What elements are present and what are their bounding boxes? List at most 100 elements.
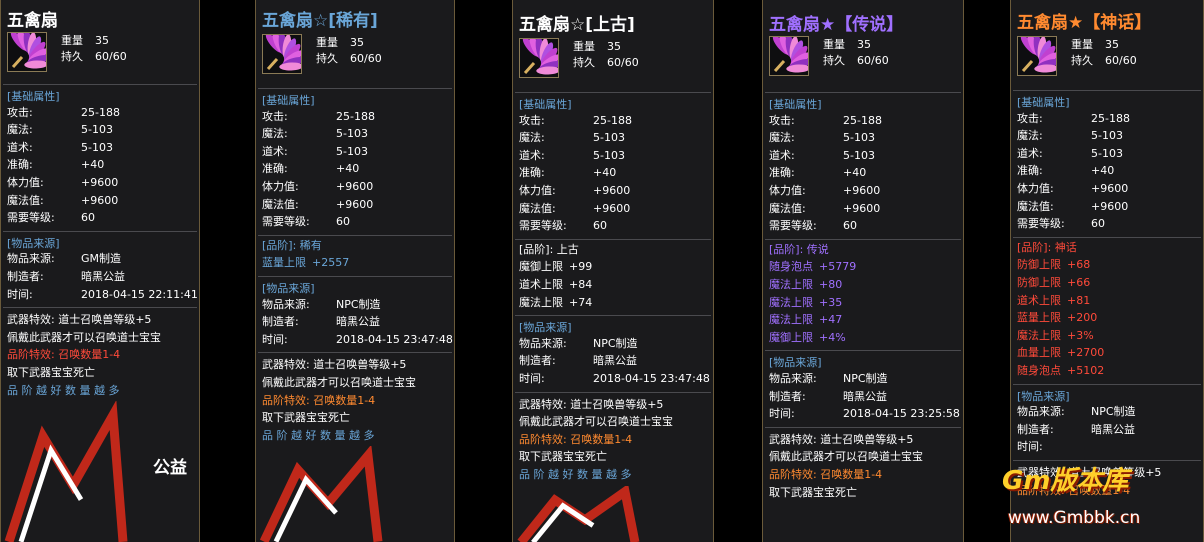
stat-label: 攻击: — [7, 105, 33, 119]
base-attributes-header: [基础属性] — [519, 98, 572, 111]
grade-label: 魔法上限 — [769, 313, 813, 327]
durability-label: 持久 — [823, 54, 845, 67]
item-source-header: [物品来源] — [769, 356, 822, 370]
separator — [258, 234, 452, 236]
grade-label: 魔法上限 — [769, 278, 813, 291]
grade-value: +5102 — [1067, 364, 1105, 377]
stat-label: 魔法值: — [1017, 199, 1054, 213]
stat-label: 需要等级: — [1017, 217, 1065, 231]
stat-value: +9600 — [1091, 199, 1129, 213]
stat-value: 60 — [843, 219, 857, 233]
stat-value: 5-103 — [593, 148, 625, 162]
item-title: 五禽扇☆[上古] — [519, 15, 635, 35]
source-label: 时间: — [262, 332, 288, 346]
stat-label: 魔法: — [769, 131, 795, 145]
separator — [3, 84, 197, 85]
weight-value: 35 — [1105, 38, 1119, 51]
grade-value: +99 — [569, 260, 593, 274]
grade-label: [品阶]: 神话 — [1017, 240, 1077, 254]
weight-value: 35 — [857, 38, 871, 51]
stat-value: 5-103 — [1091, 146, 1123, 160]
stat-value: 5-103 — [336, 127, 368, 141]
stat-value: +40 — [1091, 164, 1115, 178]
effect-line: 品 阶 越 好 数 量 越 多 — [519, 468, 632, 481]
stat-label: 准确: — [1017, 164, 1043, 178]
grade-value: +84 — [569, 278, 593, 291]
grade-row: 魔法上限 +47 — [769, 313, 842, 327]
base-attributes-header: [基础属性] — [7, 90, 60, 103]
effect-line: 佩戴此武器才可以召唤道士宝宝 — [519, 415, 673, 429]
stat-value: 60 — [336, 215, 350, 229]
separator — [765, 426, 961, 428]
stat-value: +9600 — [336, 180, 374, 193]
item-title: 五禽扇 — [7, 11, 58, 31]
grade-header: [品阶]: 神话 — [1017, 241, 1077, 255]
durability-value: 60/60 — [350, 52, 382, 65]
stat-value: 5-103 — [843, 148, 875, 162]
effect-line: 取下武器宝宝死亡 — [7, 366, 95, 379]
stat-label: 道术: — [7, 140, 33, 154]
source-value: 2018-04-15 23:25:58 — [843, 407, 960, 421]
grade-value: +4% — [819, 330, 846, 344]
stat-label: 道术: — [262, 144, 288, 158]
stat-value: +9600 — [843, 201, 881, 215]
effect-line: 佩戴此武器才可以召唤道士宝宝 — [262, 376, 416, 389]
item-title: 五禽扇★【神话】 — [1017, 13, 1152, 33]
grade-value: +74 — [569, 295, 593, 309]
effect-line: 品 阶 越 好 数 量 越 多 — [262, 428, 375, 442]
grade-value: +81 — [1067, 293, 1091, 307]
durability-value: 60/60 — [607, 56, 639, 69]
source-value: 暗黑公益 — [336, 315, 380, 329]
stat-value: 5-103 — [1091, 129, 1123, 143]
stat-label: 道术: — [1017, 146, 1043, 160]
stat-label: 体力值: — [262, 180, 299, 193]
weight-value: 35 — [95, 34, 109, 47]
stat-label: 魔法: — [7, 123, 33, 137]
grade-label: 防御上限 — [1017, 258, 1061, 272]
effect-line: 佩戴此武器才可以召唤道士宝宝 — [7, 330, 161, 344]
separator — [1013, 90, 1201, 91]
grade-label: [品阶]: 上古 — [519, 242, 579, 256]
grade-label: 蓝量上限 — [262, 256, 306, 270]
grade-value: +5779 — [819, 260, 857, 274]
grade-row: 随身泡点 +5102 — [1017, 364, 1104, 378]
grade-row: 魔法上限 +35 — [769, 296, 842, 310]
stat-value: +40 — [336, 162, 360, 176]
stat-label: 需要等级: — [7, 211, 55, 225]
grade-label: 道术上限 — [1017, 293, 1061, 307]
grade-label: 防御上限 — [1017, 276, 1061, 289]
source-value: 2018-04-15 23:47:48 — [593, 372, 710, 385]
grade-label: [品阶]: 传说 — [769, 242, 829, 256]
stat-value: +40 — [593, 166, 617, 180]
effect-line: 武器特效: 道士召唤兽等级+5 — [769, 432, 914, 446]
stat-value: +40 — [843, 166, 867, 180]
stat-value: 60 — [81, 211, 95, 225]
durability-label: 持久 — [316, 52, 338, 65]
separator — [765, 238, 961, 240]
effect-line: 品阶特效: 召唤数量1-4 — [519, 432, 633, 446]
source-label: 制造者: — [262, 315, 299, 329]
separator — [1013, 383, 1201, 385]
durability-value: 60/60 — [95, 50, 127, 63]
source-label: 时间: — [769, 407, 795, 421]
effect-line: 武器特效: 道士召唤兽等级+5 — [7, 313, 152, 327]
item-source-header: [物品来源] — [7, 236, 60, 250]
effect-line: 品阶特效: 召唤数量1-4 — [7, 348, 121, 362]
source-value: 暗黑公益 — [593, 354, 637, 368]
source-label: 物品来源: — [519, 336, 567, 350]
source-label: 物品来源: — [262, 297, 310, 311]
item-tooltip-3: 五禽扇☆[上古] 重量 35 持久 60/60 [基础属性] 攻击: 25-188 魔法: 5-1… — [512, 0, 714, 542]
stat-label: 准确: — [262, 162, 288, 176]
separator — [765, 92, 961, 93]
stat-label: 准确: — [519, 166, 545, 180]
stat-value: +9600 — [81, 176, 119, 189]
separator — [258, 276, 452, 277]
feather-fan-icon — [769, 36, 809, 76]
grade-label: 魔御上限 — [769, 330, 813, 344]
stat-label: 道术: — [769, 148, 795, 162]
stat-label: 攻击: — [769, 113, 795, 127]
stat-value: 60 — [593, 219, 607, 233]
source-label: 时间: — [1017, 440, 1043, 454]
source-label: 制造者: — [769, 389, 806, 403]
source-label: 制造者: — [7, 270, 44, 283]
